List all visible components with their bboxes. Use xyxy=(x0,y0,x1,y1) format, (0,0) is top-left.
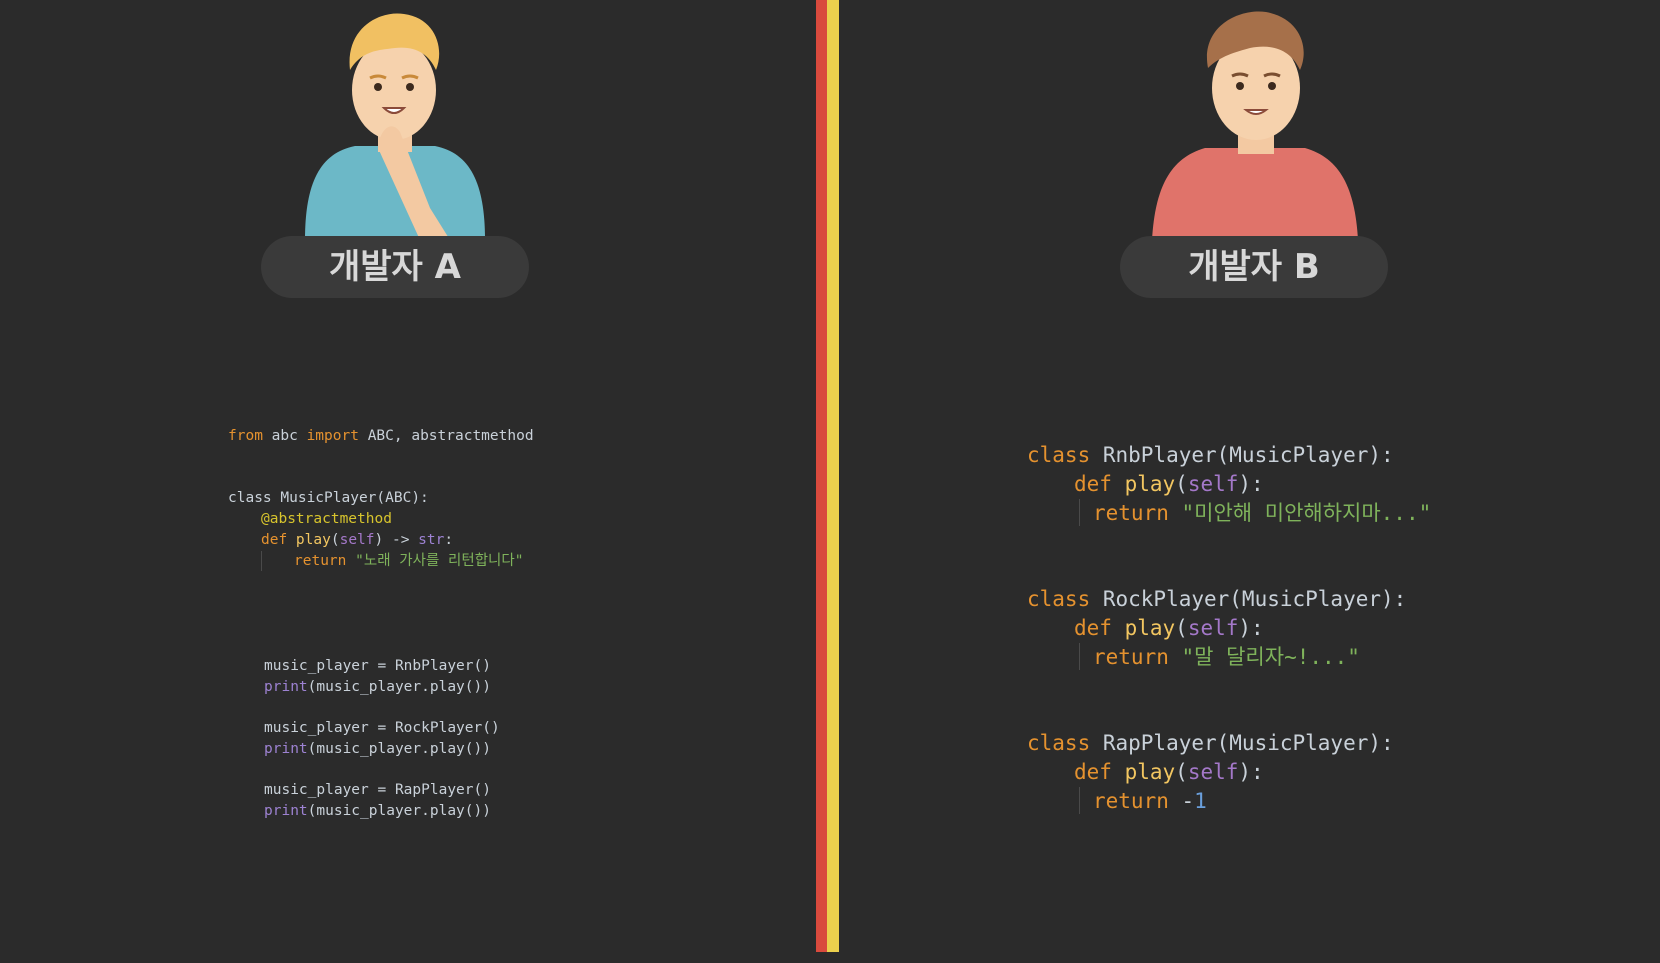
def-line: def play(self): xyxy=(1074,616,1264,640)
divider-red-stripe xyxy=(816,0,827,952)
return-keyword: return xyxy=(294,553,347,569)
self-param: self xyxy=(339,532,375,548)
code-block-b: class RnbPlayer(MusicPlayer): def play(s… xyxy=(1027,441,1431,963)
return-value: "말 달리자~!..." xyxy=(1168,645,1360,669)
indent-guide xyxy=(1079,643,1080,670)
usage-print-3: print(music_player.play()) xyxy=(264,803,491,819)
decorator-line: @abstractmethod xyxy=(261,509,392,530)
indent-guide xyxy=(1079,499,1080,526)
usage-print-2: print(music_player.play()) xyxy=(264,741,491,757)
def-line: def play(self): xyxy=(1074,472,1264,496)
developer-b-label: 개발자 B xyxy=(1120,236,1388,298)
class-keyword: class xyxy=(1027,443,1091,467)
from-keyword: from xyxy=(228,428,263,444)
class-keyword: class xyxy=(228,490,272,506)
return-type: str xyxy=(418,532,445,548)
developer-a-label: 개발자 A xyxy=(261,236,529,298)
divider-yellow-stripe xyxy=(827,0,839,952)
developer-a-avatar xyxy=(305,13,485,240)
return-line: return "말 달리자~!..." xyxy=(1093,645,1360,669)
usage-assign-3: music_player = RapPlayer() xyxy=(264,782,491,798)
def-line: def play(self): xyxy=(1074,760,1264,784)
def-line: def play(self) -> str: xyxy=(261,532,454,548)
print-builtin: print xyxy=(264,741,308,757)
import-names: ABC, abstractmethod xyxy=(358,428,534,444)
def-keyword: def xyxy=(261,532,288,548)
return-value: 1 xyxy=(1194,789,1207,813)
class-declaration: MusicPlayer(ABC): xyxy=(271,490,429,506)
method-name: play xyxy=(287,532,331,548)
print-builtin: print xyxy=(264,679,308,695)
usage-assign-1: music_player = RnbPlayer() xyxy=(264,658,491,674)
print-builtin: print xyxy=(264,803,308,819)
class-rockplayer-line: class RockPlayer(MusicPlayer): xyxy=(1027,587,1407,611)
usage-assign-2: music_player = RockPlayer() xyxy=(264,720,500,736)
return-line: return -1 xyxy=(1093,789,1207,813)
decorator: @abstractmethod xyxy=(261,511,392,527)
developer-b-avatar xyxy=(1152,11,1358,240)
shirt-b xyxy=(1152,148,1358,240)
return-line: return "노래 가사를 리턴합니다" xyxy=(294,551,523,572)
class-rnbplayer-line: class RnbPlayer(MusicPlayer): xyxy=(1027,441,1394,470)
code-block-a: from abc import ABC, abstractmethod clas… xyxy=(228,426,534,819)
indent-guide xyxy=(1079,787,1080,814)
class-declaration: RnbPlayer(MusicPlayer): xyxy=(1090,443,1394,467)
return-value: "미안해 미안해하지마..." xyxy=(1168,501,1432,525)
return-line: return "미안해 미안해하지마..." xyxy=(1093,501,1432,525)
class-musicplayer-line: class MusicPlayer(ABC): xyxy=(228,488,429,509)
usage-print-1: print(music_player.play()) xyxy=(264,679,491,695)
import-keyword: import xyxy=(306,428,359,444)
import-line: from abc import ABC, abstractmethod xyxy=(228,426,534,447)
class-rapplayer-line: class RapPlayer(MusicPlayer): xyxy=(1027,731,1394,755)
return-string: "노래 가사를 리턴합니다" xyxy=(346,553,524,569)
indent-guide xyxy=(261,551,262,571)
import-module: abc xyxy=(262,428,307,444)
